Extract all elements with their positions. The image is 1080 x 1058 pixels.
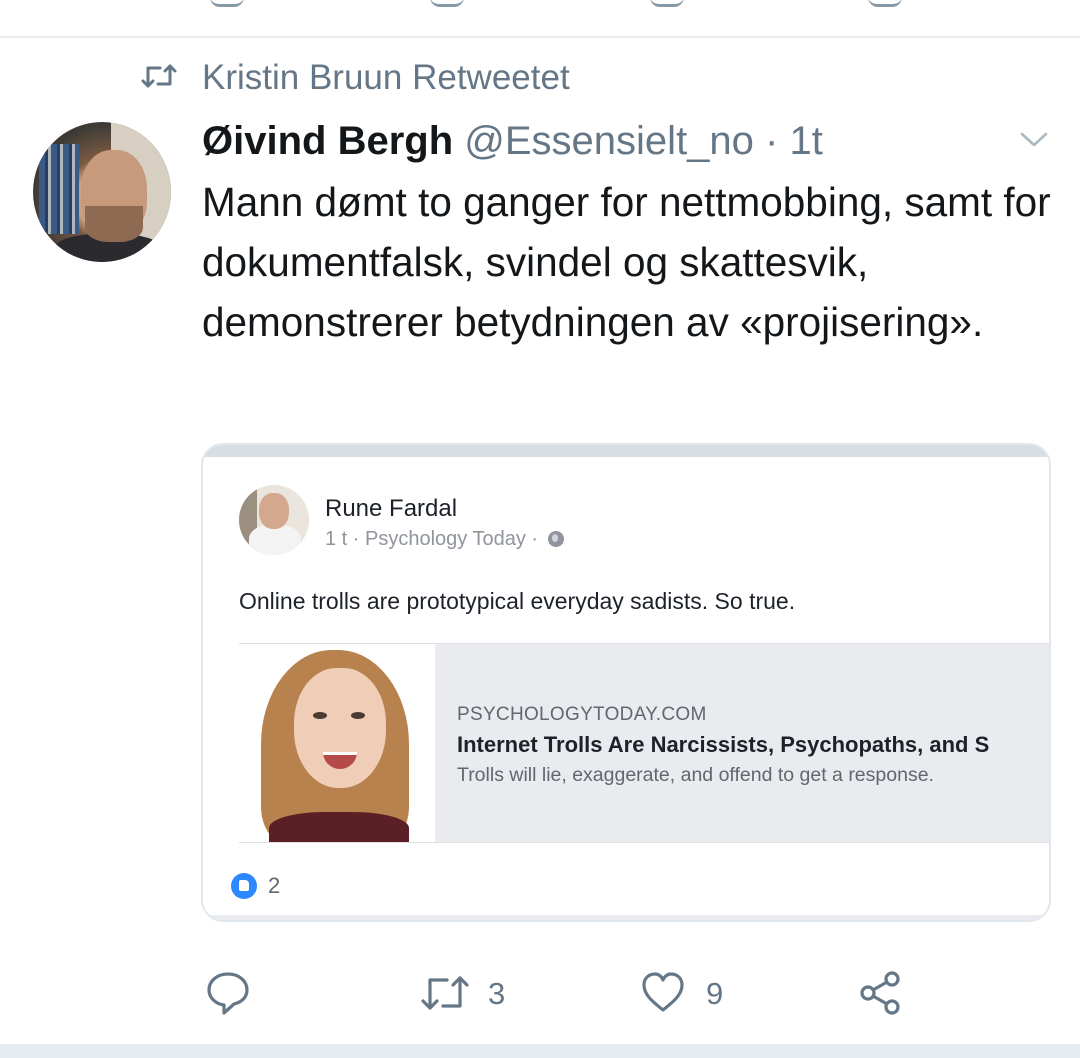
fb-post-text: Online trolls are prototypical everyday … [239, 588, 796, 614]
heart-icon [642, 972, 684, 1012]
avatar[interactable] [33, 122, 171, 262]
tweet-text: Mann dømt to ganger for nettmobbing, sam… [202, 179, 1051, 345]
previous-reply-icon[interactable] [210, 0, 244, 7]
thumbs-up-icon [231, 873, 257, 899]
previous-like-icon[interactable] [650, 0, 684, 7]
author-handle[interactable]: @Essensielt_no [464, 119, 754, 163]
fb-avatar [239, 485, 309, 555]
globe-icon [547, 531, 564, 547]
like-button[interactable] [640, 970, 686, 1016]
chevron-down-icon[interactable] [1018, 128, 1050, 150]
previous-retweet-icon[interactable] [430, 0, 464, 7]
fb-like-count: 2 [268, 873, 281, 898]
link-title: Internet Trolls Are Narcissists, Psychop… [457, 732, 990, 757]
share-button[interactable] [858, 970, 904, 1016]
tweet-header: Øivind Bergh @Essensielt_no · 1t [202, 116, 823, 166]
fb-meta-text: 1 t · Psychology Today · [325, 528, 544, 550]
card-bottom-bar [203, 915, 1049, 920]
link-domain: PSYCHOLOGYTODAY.COM [457, 704, 707, 725]
retweet-count: 3 [488, 976, 506, 1011]
link-preview-photo [239, 644, 435, 842]
divider [0, 36, 1080, 38]
reply-button[interactable] [204, 970, 252, 1016]
retweet-icon [421, 976, 469, 1010]
reply-icon [207, 972, 249, 1015]
fb-post-meta: 1 t · Psychology Today · [325, 528, 564, 551]
link-description: Trolls will lie, exaggerate, and offend … [457, 764, 934, 786]
card-top-bar [203, 445, 1049, 457]
tweet-time[interactable]: 1t [789, 119, 822, 163]
fb-author-name: Rune Fardal [325, 495, 458, 522]
link-preview: PSYCHOLOGYTODAY.COM Internet Trolls Are … [239, 643, 1049, 843]
like-count: 9 [706, 976, 724, 1011]
retweet-label[interactable]: Kristin Bruun Retweetet [202, 58, 570, 98]
author-name[interactable]: Øivind Bergh [202, 119, 453, 163]
header-separator: · [753, 119, 790, 163]
previous-tweet-actions [0, 0, 1080, 36]
previous-share-icon[interactable] [868, 0, 902, 7]
share-icon [860, 971, 900, 1015]
divider-bottom [0, 1044, 1080, 1058]
embedded-image[interactable]: Rune Fardal 1 t · Psychology Today · Onl… [201, 443, 1051, 922]
retweet-button[interactable] [420, 970, 470, 1016]
retweet-indicator-icon [141, 64, 177, 88]
